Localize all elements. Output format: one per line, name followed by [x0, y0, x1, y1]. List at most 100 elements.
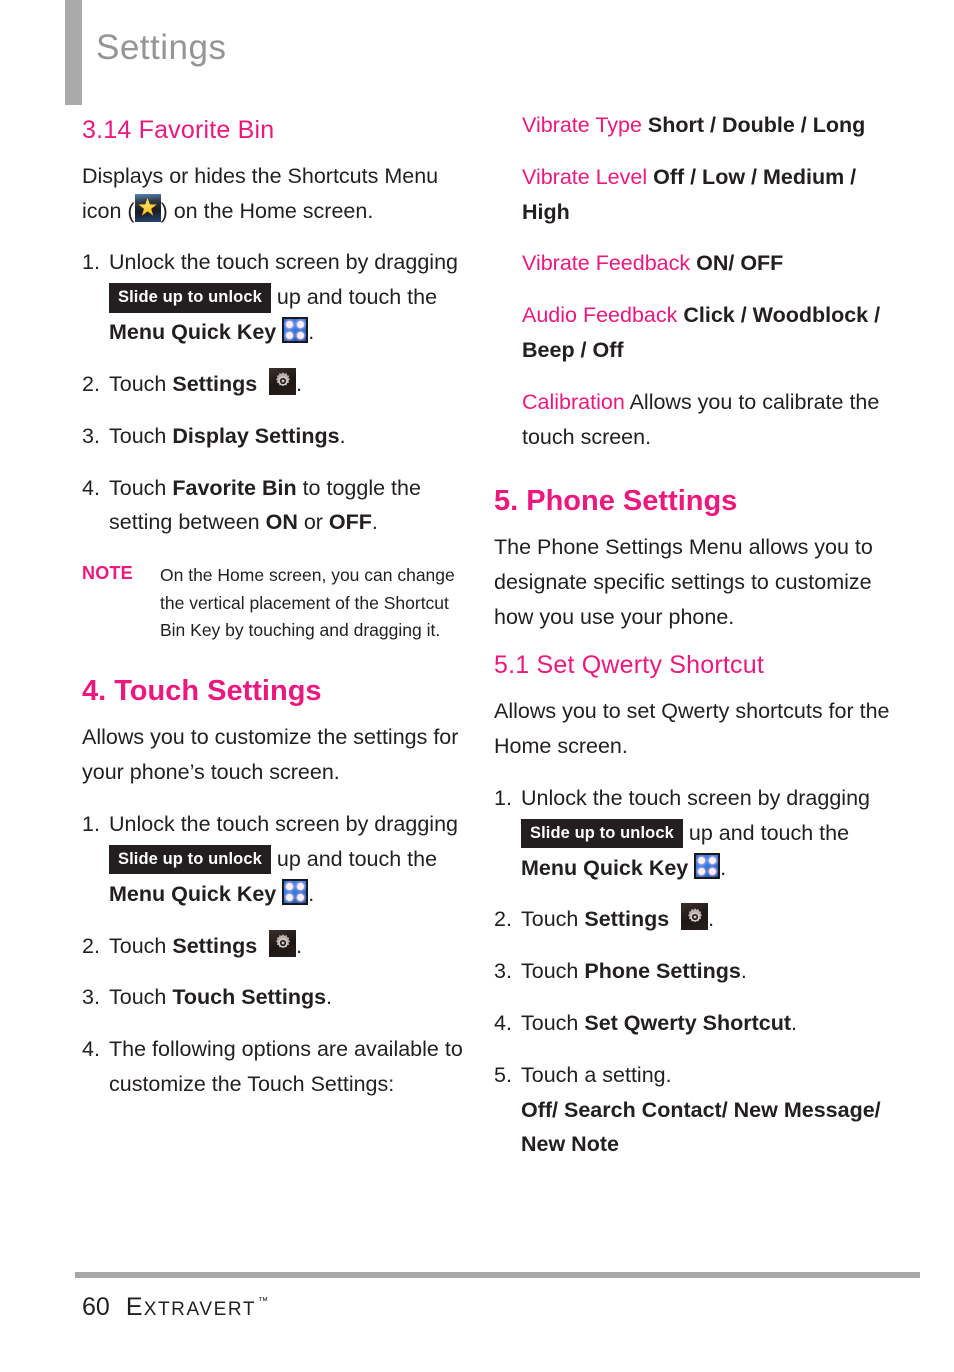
brand-name: XTRAVERT [143, 1299, 257, 1320]
step-setting-options: Off/ Search Contact/ New Message/ New No… [521, 1097, 881, 1157]
list-item: 2. Touch Settings . [494, 902, 894, 937]
step-bold-term: Display Settings [172, 423, 340, 448]
option-values: ON/ OFF [696, 251, 784, 276]
step-bold-term: Menu Quick Key [109, 320, 277, 345]
header-accent-bar [65, 0, 82, 105]
touch-settings-intro: Allows you to customize the settings for… [82, 725, 459, 785]
brand-initial: E [125, 1293, 144, 1321]
note-text: On the Home screen, you can change the v… [160, 565, 455, 641]
step-text-a: Unlock the touch screen by dragging [109, 812, 458, 837]
touch-settings-options: Vibrate Type Short / Double / Long Vibra… [494, 108, 894, 455]
step-text-c: . [296, 371, 303, 396]
list-item: 1. Unlock the touch screen by dragging Sl… [82, 807, 464, 911]
favorite-bin-steps: 1. Unlock the touch screen by dragging Sl… [82, 245, 464, 540]
menu-quick-key-icon [282, 878, 309, 905]
step-text-b: up and touch the [270, 285, 438, 310]
step-bold-term: Settings [172, 933, 258, 958]
step-number: 3. [82, 423, 100, 448]
list-item: 3. Touch Touch Settings. [82, 980, 464, 1015]
step-text-b: up and touch the [270, 846, 438, 871]
step-bold-term: Menu Quick Key [521, 855, 689, 880]
list-item: 1. Unlock the touch screen by dragging Sl… [82, 245, 464, 349]
step-text-a: The following options are available to c… [109, 1037, 463, 1097]
step-text-a: Touch [109, 985, 173, 1010]
step-bold-term: Settings [584, 907, 670, 932]
step-number: 4. [82, 475, 100, 500]
slide-up-to-unlock-badge: Slide up to unlock [521, 818, 683, 849]
page-number: 60 [82, 1293, 110, 1321]
step-text-c: . [308, 320, 315, 345]
step-bold-term: Settings [172, 371, 258, 396]
set-qwerty-shortcut-steps: 1. Unlock the touch screen by dragging Sl… [494, 781, 894, 1162]
left-column: 3.14 Favorite Bin Displays or hides the … [82, 108, 464, 1119]
step-number: 3. [494, 959, 512, 984]
favorite-bin-star-icon [134, 193, 161, 222]
step-text-a: Touch [521, 907, 585, 932]
option-vibrate-level: Vibrate Level Off / Low / Medium / High [494, 160, 894, 230]
brand-wordmark: EXTRAVERT ™ [126, 1293, 268, 1322]
list-item: 4. The following options are available to… [82, 1032, 464, 1102]
page-footer: 60 EXTRAVERT ™ [82, 1293, 268, 1322]
step-text-d: . [371, 510, 378, 535]
step-text-c: . [720, 855, 727, 880]
option-calibration: Calibration Allows you to calibrate the … [494, 385, 894, 455]
step-text-a: Touch [109, 933, 173, 958]
option-label: Vibrate Level [522, 164, 648, 189]
menu-quick-key-icon [694, 852, 721, 879]
step-number: 4. [82, 1037, 100, 1062]
step-text-a: Touch [109, 371, 173, 396]
step-text-c: . [708, 907, 715, 932]
note-label: NOTE [82, 563, 133, 584]
list-item: 4. Touch Set Qwerty Shortcut. [494, 1006, 894, 1041]
step-text-c: or [297, 510, 329, 535]
step-number: 1. [82, 812, 100, 837]
phone-settings-intro: The Phone Settings Menu allows you to de… [494, 534, 873, 629]
heading-5-1-set-qwerty-shortcut: 5.1 Set Qwerty Shortcut [494, 651, 764, 680]
step-text-a: Touch [521, 959, 585, 984]
step-number: 1. [82, 250, 100, 275]
step-bold-term: Touch Settings [172, 985, 327, 1010]
heading-3-14-favorite-bin: 3.14 Favorite Bin [82, 116, 275, 144]
touch-settings-steps: 1. Unlock the touch screen by dragging Sl… [82, 807, 464, 1102]
note-block: NOTE On the Home screen, you can change … [82, 562, 464, 645]
step-number: 1. [494, 785, 512, 810]
step-text-a: Touch [109, 423, 173, 448]
step-number: 2. [82, 933, 100, 958]
step-text-c: . [296, 933, 303, 958]
slide-up-to-unlock-badge: Slide up to unlock [109, 283, 271, 313]
step-text-c: . [326, 985, 333, 1010]
step-text-a: Unlock the touch screen by dragging [521, 785, 870, 810]
favorite-bin-intro: Displays or hides the Shortcuts Menu ico… [82, 159, 464, 229]
step-number: 3. [82, 985, 100, 1010]
step-text-a: Unlock the touch screen by dragging [109, 250, 458, 275]
step-bold-on: ON [265, 510, 298, 535]
option-audio-feedback: Audio Feedback Click / Woodblock / Beep … [494, 298, 894, 368]
menu-quick-key-icon [282, 317, 309, 344]
step-text-c: . [740, 959, 747, 984]
option-vibrate-type: Vibrate Type Short / Double / Long [494, 108, 894, 143]
option-label: Calibration [522, 389, 625, 414]
step-number: 5. [494, 1062, 512, 1087]
settings-gear-icon [269, 929, 297, 957]
list-item: 3. Touch Display Settings. [82, 419, 464, 454]
step-number: 2. [82, 371, 100, 396]
heading-5-phone-settings: 5. Phone Settings [494, 484, 738, 517]
option-vibrate-feedback: Vibrate Feedback ON/ OFF [494, 246, 894, 281]
step-text-a: Touch a setting. [521, 1062, 672, 1087]
page-header: Settings [0, 0, 954, 108]
footer-divider [75, 1272, 920, 1278]
step-text-a: Touch [109, 475, 173, 500]
step-text-b: up and touch the [682, 820, 850, 845]
step-number: 4. [494, 1011, 512, 1035]
trademark-symbol: ™ [258, 1296, 269, 1307]
list-item: 4. Touch Favorite Bin to toggle the setti… [82, 471, 464, 541]
step-bold-term: Phone Settings [584, 959, 741, 984]
step-bold-term: Set Qwerty Shortcut [584, 1011, 792, 1035]
list-item: 5. Touch a setting. Off/ Search Contact/ N… [494, 1058, 894, 1162]
option-label: Audio Feedback [522, 303, 678, 328]
list-item: 2. Touch Settings . [82, 367, 464, 402]
slide-up-to-unlock-badge: Slide up to unlock [109, 844, 271, 875]
list-item: 1. Unlock the touch screen by dragging Sl… [494, 781, 894, 885]
list-item: 2. Touch Settings . [82, 929, 464, 964]
step-text-c: . [339, 423, 346, 448]
